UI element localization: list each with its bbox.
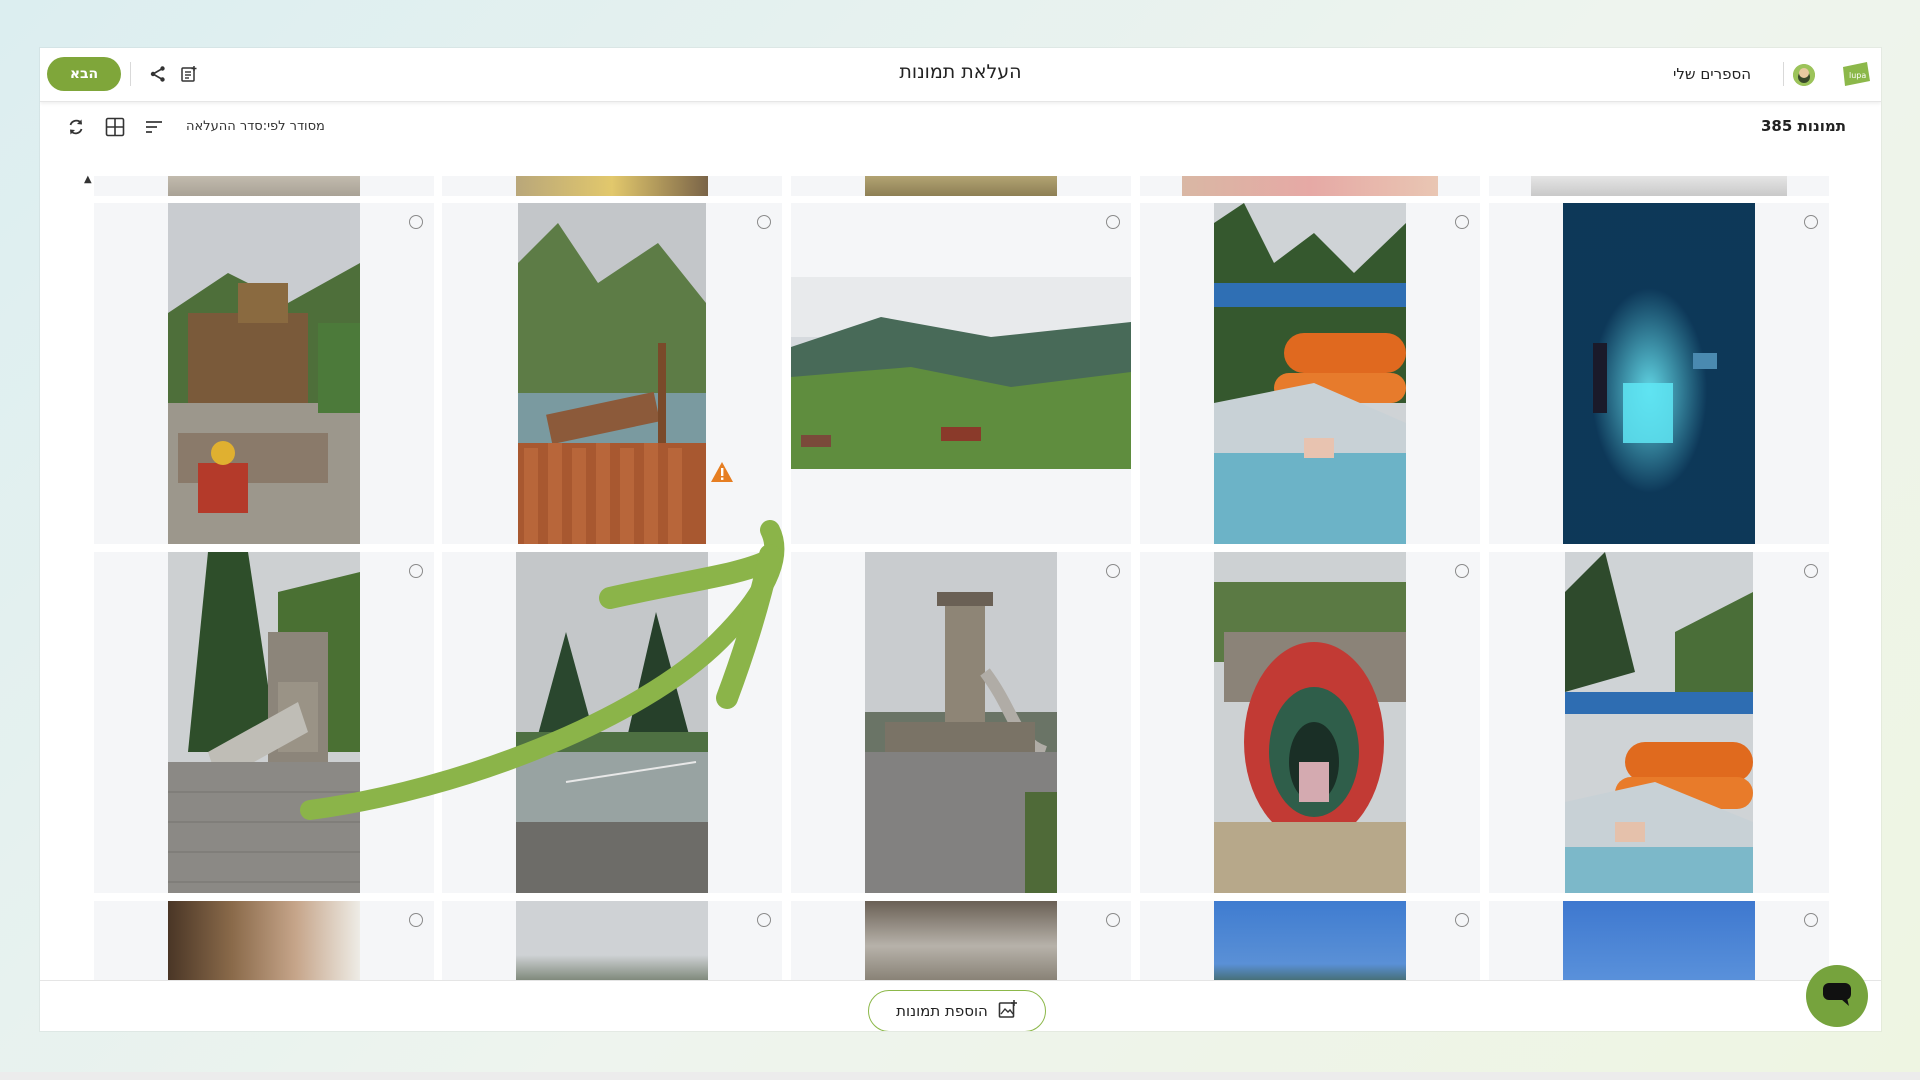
select-circle[interactable] bbox=[757, 913, 771, 927]
select-circle[interactable] bbox=[757, 564, 771, 578]
photo-thumbnail[interactable] bbox=[1563, 203, 1755, 544]
photo-thumbnail[interactable] bbox=[1214, 552, 1406, 893]
photo-thumbnail[interactable] bbox=[168, 203, 360, 544]
photo-cell[interactable] bbox=[94, 901, 434, 984]
photo-grid bbox=[94, 176, 1867, 984]
footer-bar: הוספת תמונות bbox=[40, 980, 1881, 1031]
sort-icon[interactable] bbox=[142, 115, 166, 139]
photo-thumbnail[interactable] bbox=[865, 552, 1057, 893]
photo-cell[interactable] bbox=[442, 176, 782, 196]
photo-cell[interactable] bbox=[791, 176, 1131, 196]
photo-thumbnail[interactable] bbox=[168, 176, 360, 196]
select-circle[interactable] bbox=[1106, 215, 1120, 229]
header-divider-right bbox=[1783, 62, 1784, 86]
avatar[interactable] bbox=[1793, 64, 1815, 86]
add-photos-button[interactable]: הוספת תמונות bbox=[868, 990, 1046, 1031]
select-circle[interactable] bbox=[757, 215, 771, 229]
add-photos-label: הוספת תמונות bbox=[896, 1002, 988, 1020]
photo-cell[interactable] bbox=[791, 552, 1131, 893]
refresh-icon[interactable] bbox=[64, 115, 88, 139]
photo-cell[interactable] bbox=[1140, 203, 1480, 544]
photo-thumbnail[interactable] bbox=[1531, 176, 1787, 196]
svg-text:lupa: lupa bbox=[1849, 71, 1866, 80]
photo-count: 385 תמונות bbox=[1761, 117, 1846, 135]
photo-thumbnail[interactable] bbox=[791, 277, 1131, 469]
my-books-link[interactable]: הספרים שלי bbox=[1673, 65, 1751, 83]
photo-cell[interactable] bbox=[1140, 552, 1480, 893]
grid-view-icon[interactable] bbox=[103, 115, 127, 139]
photo-cell[interactable] bbox=[1489, 552, 1829, 893]
chat-button[interactable] bbox=[1806, 965, 1868, 1027]
warning-icon[interactable] bbox=[710, 461, 734, 483]
select-circle[interactable] bbox=[1455, 913, 1469, 927]
collapse-caret-icon[interactable]: ▲ bbox=[84, 174, 92, 185]
sort-order-label[interactable]: מסודר לפי:סדר ההעלאה bbox=[186, 119, 325, 134]
photo-thumbnail[interactable] bbox=[1214, 901, 1406, 984]
select-circle[interactable] bbox=[1804, 564, 1818, 578]
select-circle[interactable] bbox=[409, 913, 423, 927]
photo-thumbnail[interactable] bbox=[1182, 176, 1438, 196]
photo-cell[interactable] bbox=[94, 176, 434, 196]
toolbar: מסודר לפי:סדר ההעלאה 385 תמונות bbox=[40, 103, 1881, 151]
page-title: העלאת תמונות bbox=[899, 61, 1022, 83]
photo-cell[interactable] bbox=[791, 901, 1131, 984]
photo-thumbnail[interactable] bbox=[516, 901, 708, 984]
photo-cell[interactable] bbox=[1489, 203, 1829, 544]
bottom-strip bbox=[0, 1072, 1920, 1080]
chat-icon bbox=[1821, 980, 1853, 1012]
photo-cell[interactable] bbox=[1140, 176, 1480, 196]
top-header: הבא העלאת תמונות הספרים שלי lupa bbox=[40, 48, 1881, 102]
select-circle[interactable] bbox=[409, 215, 423, 229]
select-circle[interactable] bbox=[1106, 913, 1120, 927]
photo-thumbnail[interactable] bbox=[1214, 203, 1406, 544]
photo-cell[interactable] bbox=[1489, 176, 1829, 196]
photo-cell[interactable] bbox=[94, 203, 434, 544]
lupa-logo[interactable]: lupa bbox=[1841, 61, 1871, 87]
photo-cell[interactable] bbox=[442, 901, 782, 984]
select-circle[interactable] bbox=[1804, 913, 1818, 927]
select-circle[interactable] bbox=[1106, 564, 1120, 578]
photo-thumbnail[interactable] bbox=[516, 176, 708, 196]
select-circle[interactable] bbox=[1455, 215, 1469, 229]
photo-thumbnail[interactable] bbox=[168, 552, 360, 893]
photo-thumbnail[interactable] bbox=[168, 901, 360, 984]
photo-thumbnail[interactable] bbox=[865, 176, 1057, 196]
photo-cell[interactable] bbox=[442, 203, 782, 544]
photo-cell[interactable] bbox=[442, 552, 782, 893]
photo-thumbnail[interactable] bbox=[516, 552, 708, 893]
photo-cell[interactable] bbox=[1140, 901, 1480, 984]
select-circle[interactable] bbox=[1804, 215, 1818, 229]
photo-cell[interactable] bbox=[94, 552, 434, 893]
photo-thumbnail[interactable] bbox=[518, 203, 706, 544]
photo-thumbnail[interactable] bbox=[1563, 901, 1755, 984]
select-circle[interactable] bbox=[1455, 564, 1469, 578]
photo-thumbnail[interactable] bbox=[865, 901, 1057, 984]
select-circle[interactable] bbox=[409, 564, 423, 578]
photo-cell[interactable] bbox=[1489, 901, 1829, 984]
app-window: הבא העלאת תמונות הספרים שלי lupa מסודר ל… bbox=[40, 48, 1881, 1031]
add-photo-icon bbox=[998, 999, 1018, 1023]
photo-thumbnail[interactable] bbox=[1565, 552, 1753, 893]
photo-cell[interactable] bbox=[791, 203, 1131, 544]
